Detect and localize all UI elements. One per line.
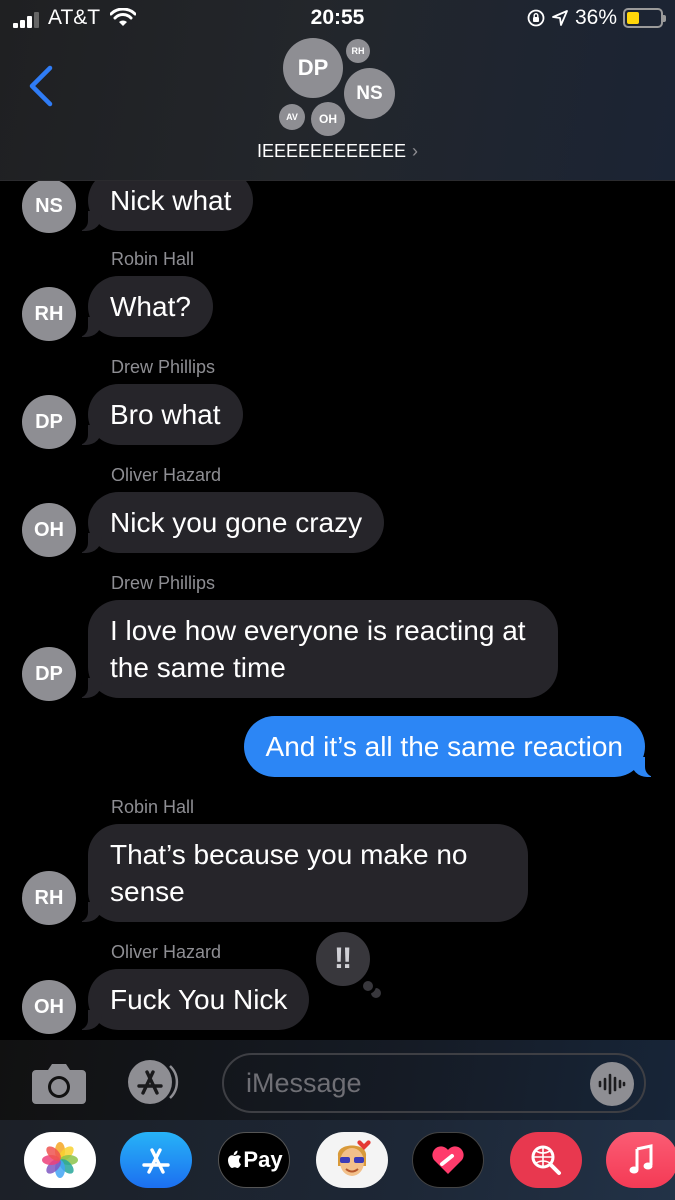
group-name: IEEEEEEEEEEEE — [256, 141, 407, 161]
group-avatar: AV — [279, 104, 305, 130]
message-bubble-incoming[interactable]: I love how everyone is reacting at the s… — [78, 600, 558, 698]
sender-avatar[interactable]: OH — [22, 503, 76, 557]
web-images-search-icon[interactable] — [510, 1132, 582, 1188]
compose-bar — [0, 1040, 675, 1120]
sender-avatar[interactable]: DP — [22, 647, 76, 701]
group-avatar-cluster[interactable]: DP NS RH AV OH — [270, 34, 410, 138]
group-name-button[interactable]: IEEEEEEEEEEEE › — [0, 141, 675, 162]
status-bar: AT&T 20:55 36% — [0, 6, 675, 32]
app-store-icon[interactable] — [120, 1132, 192, 1188]
exclamation-tapback-icon[interactable]: ‼ — [313, 929, 373, 989]
battery-percentage: 36% — [574, 6, 617, 29]
message-bubble-incoming[interactable]: Bro what — [78, 384, 243, 445]
status-right: 36% — [527, 6, 666, 30]
chevron-right-icon: › — [412, 141, 419, 161]
group-avatar: DP — [283, 38, 343, 98]
audio-message-icon[interactable] — [590, 1062, 634, 1106]
apple-pay-icon[interactable]: Pay — [218, 1132, 290, 1188]
imessage-app-drawer: Pay — [0, 1120, 675, 1200]
sender-avatar[interactable]: RH — [22, 871, 76, 925]
message-bubble-incoming[interactable]: That’s because you make no sense — [78, 824, 528, 922]
sender-avatar[interactable]: RH — [22, 287, 76, 341]
battery-icon — [623, 8, 666, 28]
digital-touch-icon[interactable] — [412, 1132, 484, 1188]
memoji-icon[interactable] — [316, 1132, 388, 1188]
message-bubble-incoming[interactable]: Fuck You Nick — [77, 969, 310, 1030]
sender-name: Robin Hall — [111, 249, 195, 269]
apple-pay-label: Pay — [243, 1147, 283, 1172]
location-arrow-icon — [552, 10, 568, 26]
sender-name: Drew Phillips — [111, 357, 216, 377]
app-store-drawer-icon[interactable] — [126, 1058, 190, 1106]
sender-name: Oliver Hazard — [111, 942, 222, 962]
sender-name: Oliver Hazard — [111, 465, 222, 485]
sender-name: Robin Hall — [111, 797, 195, 817]
sender-avatar[interactable]: DP — [22, 395, 76, 449]
imessage-input[interactable] — [222, 1053, 646, 1113]
group-avatar: RH — [346, 39, 370, 63]
music-app-icon[interactable] — [606, 1132, 675, 1188]
message-bubble-incoming[interactable]: Nick you gone crazy — [77, 492, 385, 553]
sender-avatar[interactable]: OH — [22, 980, 76, 1034]
apple-logo-icon — [228, 1150, 242, 1168]
camera-icon[interactable] — [30, 1060, 88, 1106]
sender-avatar[interactable]: NS — [22, 179, 76, 233]
rotation-lock-icon — [527, 9, 545, 27]
conversation-header: AT&T 20:55 36% DP NS RH AV OH IEEEEEEEEE… — [0, 0, 675, 181]
sender-name: Drew Phillips — [111, 573, 216, 593]
message-bubble-outgoing[interactable]: And it’s all the same reaction — [243, 716, 656, 777]
message-bubble-incoming[interactable]: What? — [78, 276, 213, 337]
group-avatar: NS — [344, 68, 395, 119]
photos-app-icon[interactable] — [24, 1132, 96, 1188]
back-chevron-icon[interactable] — [26, 64, 56, 108]
group-avatar: OH — [311, 102, 345, 136]
